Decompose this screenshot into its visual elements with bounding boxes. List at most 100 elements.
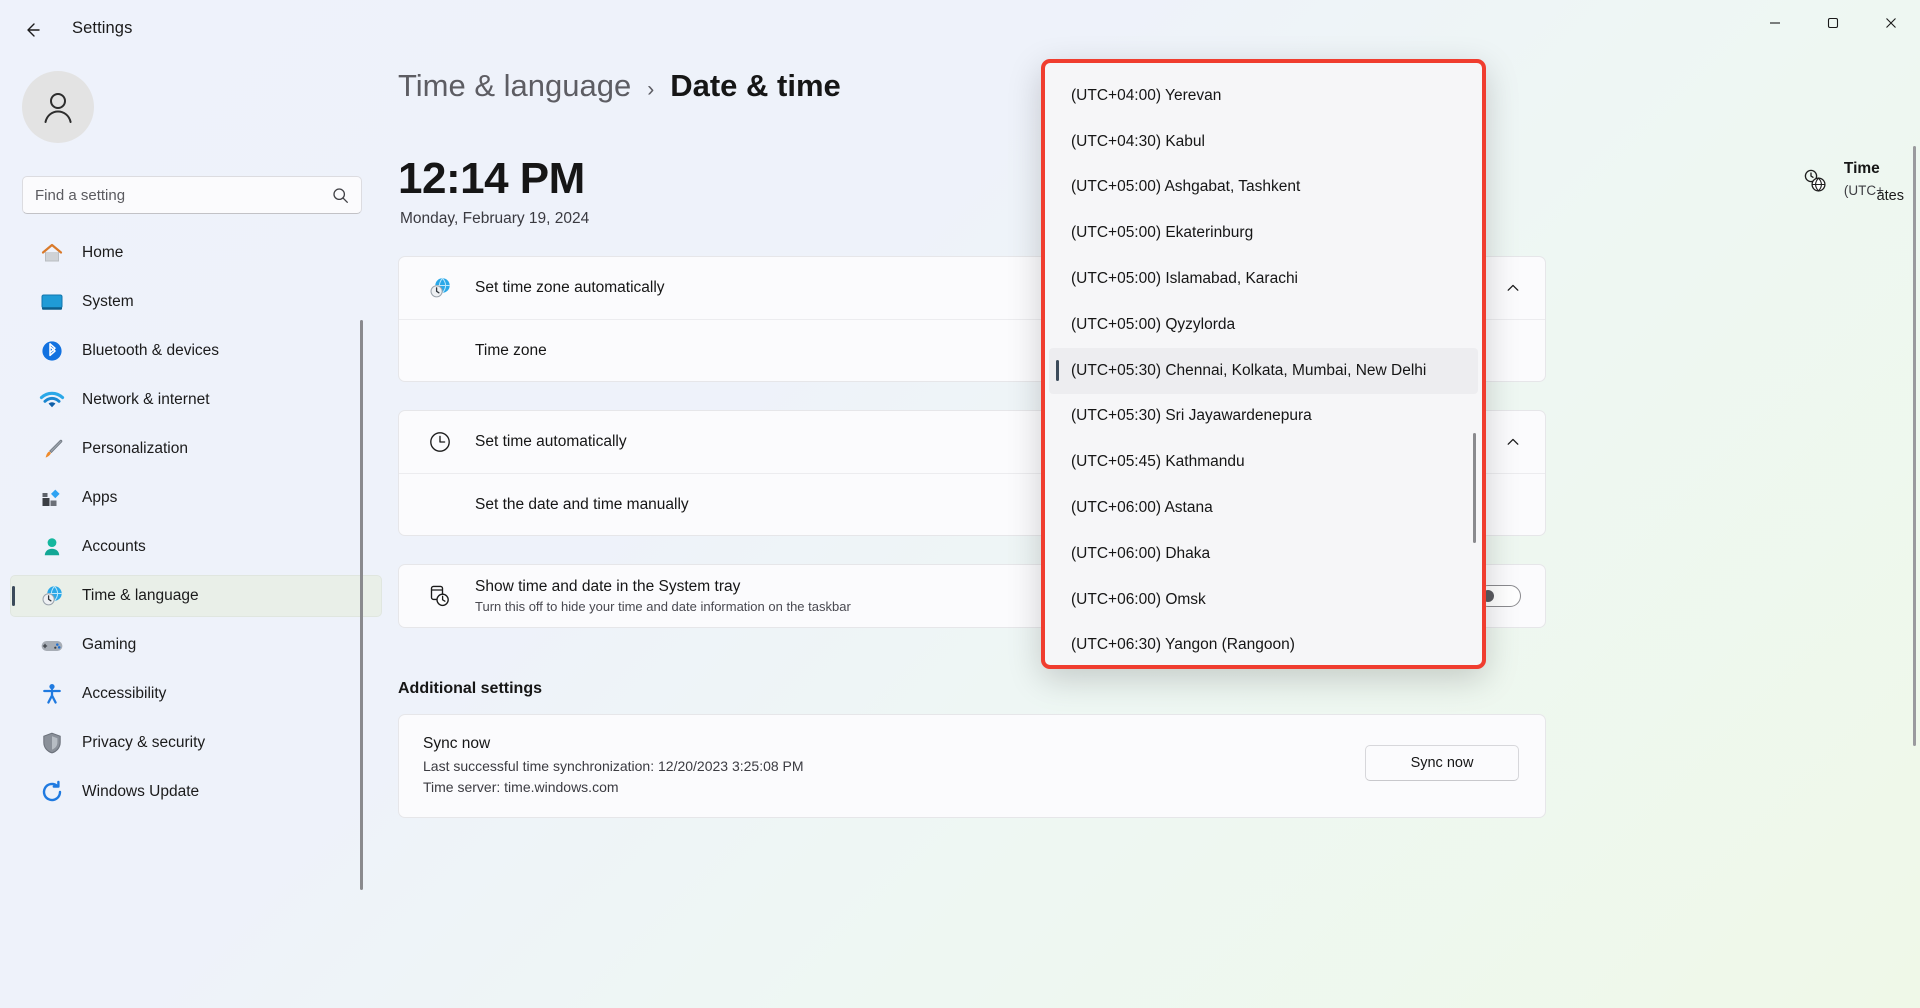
accessibility-icon [39, 681, 65, 707]
sidebar-item-label: Gaming [82, 636, 136, 654]
sidebar-item-privacy-security[interactable]: Privacy & security [10, 722, 382, 764]
taskbar-clock-icon [423, 583, 457, 609]
close-icon [1885, 17, 1897, 29]
minimize-icon [1769, 17, 1781, 29]
sidebar-item-gaming[interactable]: Gaming [10, 624, 382, 666]
wifi-icon [39, 387, 65, 413]
sidebar-item-network-internet[interactable]: Network & internet [10, 379, 382, 421]
settings-window: Settings [0, 0, 1920, 1008]
sidebar-item-label: Accessibility [82, 685, 166, 703]
sidebar-item-system[interactable]: System [10, 281, 382, 323]
chevron-up-icon [1505, 434, 1521, 450]
system-monitor-icon [38, 288, 66, 316]
timezone-option[interactable]: (UTC+05:00) Qyzylorda [1049, 302, 1478, 348]
timezone-option[interactable]: (UTC+05:45) Kathmandu [1049, 439, 1478, 485]
sync-last-time: Last successful time synchronization: 12… [423, 758, 1521, 774]
sidebar-item-time-language[interactable]: Time & language [10, 575, 382, 617]
timezone-option[interactable]: (UTC+06:30) Yangon (Rangoon) [1049, 623, 1478, 669]
sidebar-item-bluetooth-devices[interactable]: Bluetooth & devices [10, 330, 382, 372]
sync-card: Sync now Last successful time synchroniz… [398, 714, 1546, 818]
sidebar-item-home[interactable]: Home [10, 232, 382, 274]
sidebar-item-accounts[interactable]: Accounts [10, 526, 382, 568]
sidebar-item-label: Windows Update [82, 783, 199, 801]
dropdown-scrollbar[interactable] [1473, 433, 1476, 543]
chevron-up-icon [1505, 280, 1521, 296]
breadcrumb-parent[interactable]: Time & language [398, 68, 631, 104]
additional-settings-heading: Additional settings [398, 680, 542, 698]
window-controls [1746, 0, 1920, 46]
bluetooth-icon [39, 338, 65, 364]
sidebar-item-apps[interactable]: Apps [10, 477, 382, 519]
sidebar-item-label: Accounts [82, 538, 146, 556]
sidebar-item-label: Time & language [82, 587, 199, 605]
expand-collapse-button[interactable] [1505, 434, 1521, 450]
timezone-option[interactable]: (UTC+06:00) Dhaka [1049, 531, 1478, 577]
timezone-option[interactable]: (UTC+06:00) Omsk [1049, 577, 1478, 623]
sidebar-scrollbar[interactable] [360, 320, 363, 890]
taskbar-clock-icon [427, 583, 453, 609]
timezone-option[interactable]: (UTC+04:30) Kabul [1049, 119, 1478, 165]
gamepad-icon [38, 631, 66, 659]
sync-server: Time server: time.windows.com [423, 779, 1521, 795]
back-button[interactable] [12, 10, 52, 50]
sidebar-item-label: Apps [82, 489, 117, 507]
system-monitor-icon [39, 289, 65, 315]
sidebar-item-label: Privacy & security [82, 734, 205, 752]
timezone-option[interactable]: (UTC+05:00) Ashgabat, Tashkent [1049, 165, 1478, 211]
timezone-option[interactable]: (UTC+06:00) Astana [1049, 485, 1478, 531]
timezone-option[interactable]: (UTC+05:30) Sri Jayawardenepura [1049, 394, 1478, 440]
search-icon [332, 187, 349, 204]
apps-icon [39, 485, 65, 511]
sync-title: Sync now [423, 735, 1521, 753]
timezone-header-title: Time [1844, 160, 1884, 178]
clock-icon [427, 429, 453, 455]
sidebar-item-windows-update[interactable]: Windows Update [10, 771, 382, 813]
minimize-button[interactable] [1746, 0, 1804, 46]
page-title: Date & time [670, 68, 841, 104]
breadcrumb-separator: › [647, 78, 654, 102]
sync-now-button[interactable]: Sync now [1365, 745, 1519, 781]
avatar[interactable] [22, 71, 94, 143]
paintbrush-icon [38, 435, 66, 463]
close-button[interactable] [1862, 0, 1920, 46]
bluetooth-icon [38, 337, 66, 365]
main-scrollbar[interactable] [1913, 146, 1916, 746]
update-refresh-icon [38, 778, 66, 806]
expand-collapse-button[interactable] [1505, 280, 1521, 296]
maximize-icon [1827, 17, 1839, 29]
timezone-header: Time (UTC+ [1802, 160, 1884, 199]
accessibility-icon [38, 680, 66, 708]
clock-globe-icon [38, 582, 66, 610]
timezone-dropdown: (UTC+04:00) Yerevan(UTC+04:30) Kabul(UTC… [1041, 59, 1486, 669]
home-icon [39, 240, 65, 266]
timezone-option[interactable]: (UTC+05:00) Ekaterinburg [1049, 210, 1478, 256]
timezone-header-right-text: ates [1877, 188, 1904, 204]
sidebar-item-personalization[interactable]: Personalization [10, 428, 382, 470]
search-box[interactable] [22, 176, 362, 214]
clock-globe-icon [39, 583, 65, 609]
timezone-option[interactable]: (UTC+04:00) Yerevan [1049, 73, 1478, 119]
back-arrow-icon [22, 20, 42, 40]
apps-icon [38, 484, 66, 512]
clock-globe-icon [427, 275, 453, 301]
sidebar-item-label: Home [82, 244, 123, 262]
sidebar-item-accessibility[interactable]: Accessibility [10, 673, 382, 715]
timezone-option[interactable]: (UTC+05:00) Islamabad, Karachi [1049, 256, 1478, 302]
paintbrush-icon [39, 436, 65, 462]
clock-globe-icon [423, 275, 457, 301]
update-refresh-icon [39, 779, 65, 805]
sidebar: Home System Bluetooth & devices Network & i… [0, 60, 390, 1008]
sidebar-item-label: System [82, 293, 134, 311]
maximize-button[interactable] [1804, 0, 1862, 46]
search-input[interactable] [35, 187, 332, 204]
timezone-dropdown-list: (UTC+04:00) Yerevan(UTC+04:30) Kabul(UTC… [1045, 63, 1482, 665]
sidebar-item-label: Network & internet [82, 391, 210, 409]
person-avatar-icon [37, 86, 79, 128]
clock-globe-icon [1802, 168, 1828, 199]
shield-icon [38, 729, 66, 757]
title-bar: Settings [0, 0, 1920, 60]
sidebar-nav-list: Home System Bluetooth & devices Network & i… [10, 232, 382, 1008]
timezone-option[interactable]: (UTC+05:30) Chennai, Kolkata, Mumbai, Ne… [1049, 348, 1478, 394]
accounts-person-icon [39, 534, 65, 560]
gamepad-icon [39, 632, 65, 658]
